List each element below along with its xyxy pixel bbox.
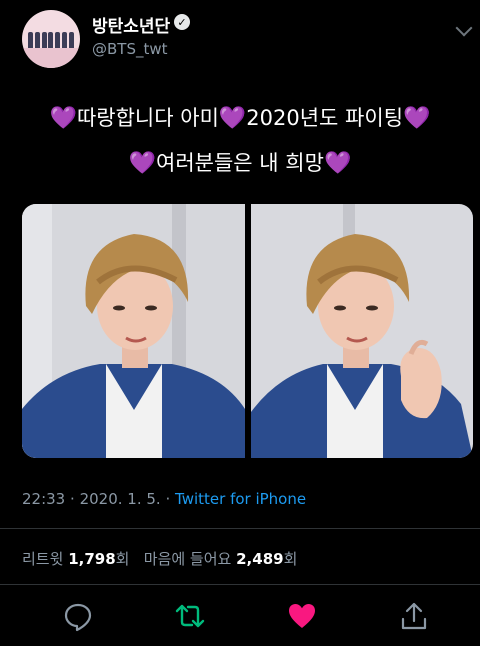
display-name[interactable]: 방탄소년단 (92, 12, 170, 37)
photo-finger-heart-image (251, 204, 473, 458)
meta-separator: · (70, 490, 75, 508)
verified-badge-icon: ✓ (174, 14, 190, 30)
avatar-group-figures (28, 32, 74, 48)
avatar-floor (22, 48, 80, 68)
meta-separator: · (165, 490, 171, 508)
like-icon[interactable] (286, 600, 318, 632)
tweet-time: 22:33 (22, 490, 66, 508)
user-handle[interactable]: @BTS_twt (92, 40, 168, 58)
share-icon[interactable] (398, 600, 430, 632)
tweet-photo-2[interactable] (251, 204, 473, 458)
reply-icon[interactable] (62, 600, 94, 632)
tweet-text-part-1: 따랑합니다 아미 (76, 106, 219, 130)
tweet-action-bar (0, 592, 480, 642)
likes-count[interactable]: 2,489 (236, 550, 283, 568)
likes-label[interactable]: 마음에 들어요 (144, 550, 232, 568)
retweet-icon[interactable] (174, 600, 206, 632)
purple-heart-icon: 💜 (128, 151, 157, 176)
tweet-line-1: 💜따랑합니다 아미💜2020년도 파이팅💜 (20, 96, 460, 141)
tweet-text: 💜따랑합니다 아미💜2020년도 파이팅💜 💜여러분들은 내 희망💜 (20, 96, 460, 186)
tweet-date[interactable]: 2020. 1. 5. (80, 490, 161, 508)
tweet-text-part-2: 2020년도 파이팅 (246, 106, 404, 130)
tweet-text-part-3: 여러분들은 내 희망 (156, 151, 324, 175)
retweets-label[interactable]: 리트윗 (22, 550, 63, 568)
tweet-stats: 리트윗 1,798회 마음에 들어요 2,489회 (22, 548, 297, 569)
tweet-line-2: 💜여러분들은 내 희망💜 (20, 141, 460, 186)
chevron-down-icon[interactable] (455, 19, 473, 37)
retweets-unit: 회 (115, 550, 130, 568)
purple-heart-icon: 💜 (323, 151, 352, 176)
purple-heart-icon: 💜 (403, 106, 431, 131)
photo-portrait-image (22, 204, 245, 458)
retweets-count[interactable]: 1,798 (68, 550, 115, 568)
tweet-source-link[interactable]: Twitter for iPhone (175, 490, 306, 508)
likes-unit: 회 (283, 550, 298, 568)
purple-heart-icon: 💜 (218, 106, 247, 131)
tweet-meta: 22:33 · 2020. 1. 5. · Twitter for iPhone (22, 490, 306, 508)
divider (0, 528, 480, 529)
tweet-photo-1[interactable] (22, 204, 245, 458)
tweet-header: 방탄소년단 ✓ @BTS_twt (0, 0, 480, 80)
purple-heart-icon: 💜 (49, 106, 77, 131)
divider (0, 584, 480, 585)
avatar[interactable] (22, 10, 80, 68)
